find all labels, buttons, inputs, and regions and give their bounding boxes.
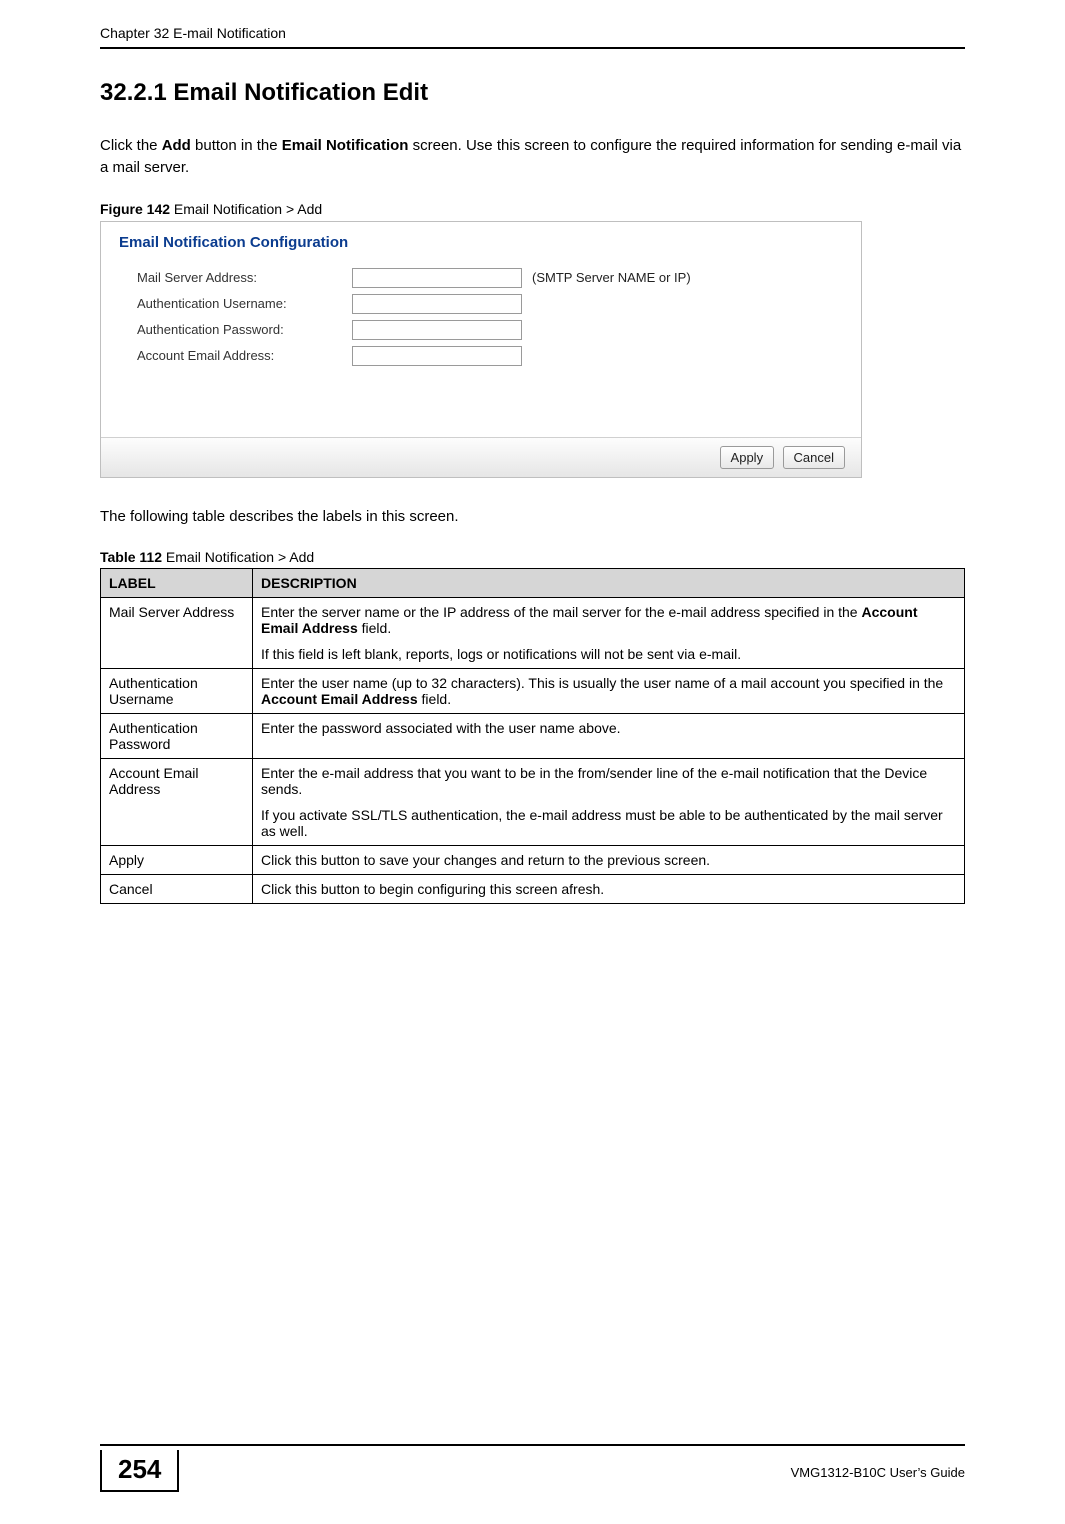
section-heading: 32.2.1 Email Notification Edit	[100, 79, 965, 107]
input-mail-server[interactable]	[352, 268, 522, 288]
table-row: Cancel Click this button to begin config…	[101, 875, 965, 904]
table-row: Account Email Address Enter the e-mail a…	[101, 759, 965, 846]
cell-label: Mail Server Address	[101, 598, 253, 669]
cell-label: Apply	[101, 846, 253, 875]
input-auth-pass[interactable]	[352, 320, 522, 340]
hint-mail-server: (SMTP Server NAME or IP)	[532, 270, 691, 285]
cell-label: Authentication Password	[101, 714, 253, 759]
screenshot-panel: Email Notification Configuration Mail Se…	[100, 221, 862, 478]
form-row-auth-user: Authentication Username:	[101, 291, 861, 317]
figure-caption: Figure 142 Email Notification > Add	[100, 201, 965, 217]
table-row: Authentication Username Enter the user n…	[101, 669, 965, 714]
form-row-auth-pass: Authentication Password:	[101, 317, 861, 343]
cell-label: Authentication Username	[101, 669, 253, 714]
guide-name: VMG1312-B10C User’s Guide	[791, 1465, 965, 1480]
label-account-email: Account Email Address:	[137, 348, 352, 363]
label-mail-server: Mail Server Address:	[137, 270, 352, 285]
input-auth-user[interactable]	[352, 294, 522, 314]
page-number: 254	[100, 1450, 179, 1492]
chapter-title: Chapter 32 E-mail Notification	[100, 25, 286, 41]
table-row: Mail Server Address Enter the server nam…	[101, 598, 965, 669]
th-description: DESCRIPTION	[253, 569, 965, 598]
apply-button[interactable]: Apply	[720, 446, 775, 469]
input-account-email[interactable]	[352, 346, 522, 366]
button-bar: Apply Cancel	[101, 437, 861, 477]
cell-label: Cancel	[101, 875, 253, 904]
th-label: LABEL	[101, 569, 253, 598]
label-auth-user: Authentication Username:	[137, 296, 352, 311]
form-row-mail-server: Mail Server Address: (SMTP Server NAME o…	[101, 265, 861, 291]
cell-desc: Enter the password associated with the u…	[253, 714, 965, 759]
cell-label: Account Email Address	[101, 759, 253, 846]
cancel-button[interactable]: Cancel	[783, 446, 845, 469]
cell-desc: Click this button to save your changes a…	[253, 846, 965, 875]
table-row: Apply Click this button to save your cha…	[101, 846, 965, 875]
panel-title: Email Notification Configuration	[101, 222, 861, 265]
footer: 254 VMG1312-B10C User’s Guide	[100, 1444, 965, 1492]
cell-desc: Enter the server name or the IP address …	[253, 598, 965, 669]
table-intro: The following table describes the labels…	[100, 506, 965, 528]
cell-desc: Enter the user name (up to 32 characters…	[253, 669, 965, 714]
label-auth-pass: Authentication Password:	[137, 322, 352, 337]
form-row-account-email: Account Email Address:	[101, 343, 861, 369]
table-caption: Table 112 Email Notification > Add	[100, 549, 965, 565]
intro-paragraph: Click the Add button in the Email Notifi…	[100, 135, 965, 179]
cell-desc: Click this button to begin configuring t…	[253, 875, 965, 904]
header-rule	[100, 47, 965, 49]
description-table: LABEL DESCRIPTION Mail Server Address En…	[100, 568, 965, 904]
table-row: Authentication Password Enter the passwo…	[101, 714, 965, 759]
cell-desc: Enter the e-mail address that you want t…	[253, 759, 965, 846]
